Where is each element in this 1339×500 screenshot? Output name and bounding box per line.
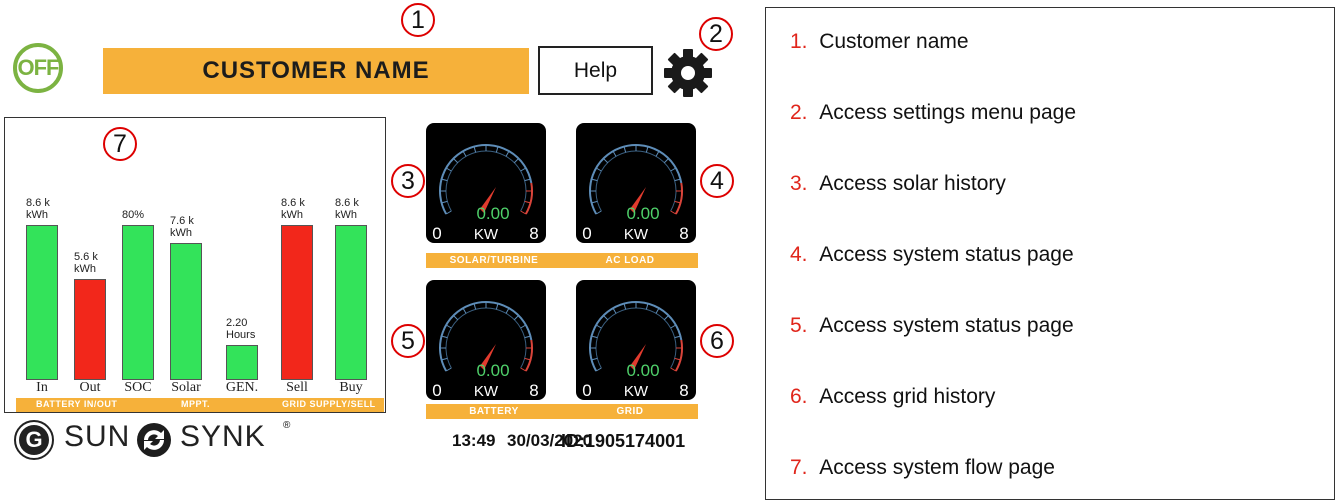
legend-item-6: 6. Access grid history xyxy=(790,385,996,408)
gauge-label-solar: SOLAR/TURBINE xyxy=(449,255,539,266)
gauge-unit: KW xyxy=(474,226,499,243)
device-id: ID:1905174001 xyxy=(561,431,686,451)
gauge-min: 0 xyxy=(432,381,441,400)
brand-registered-mark: ® xyxy=(283,420,291,431)
callout-6: 6 xyxy=(700,324,734,358)
battery-gauge[interactable]: 0.00 0 KW 8 xyxy=(426,280,546,400)
gauge-unit: KW xyxy=(624,383,649,400)
bar-data-label: 8.6 k kWh xyxy=(26,197,50,221)
legend-item-3: 3. Access solar history xyxy=(790,172,1006,195)
gauge-label-ac-load: AC LOAD xyxy=(605,255,655,266)
power-off-button[interactable]: OFF xyxy=(13,43,63,93)
gauge-max: 8 xyxy=(529,224,538,243)
gauge-min: 0 xyxy=(432,224,441,243)
gauge-unit: KW xyxy=(624,226,649,243)
group-label-mppt: MPPT. xyxy=(181,399,211,409)
gear-icon[interactable] xyxy=(662,47,714,99)
gauge-max: 8 xyxy=(679,224,688,243)
bar-in xyxy=(26,225,58,380)
category-label: In xyxy=(36,380,48,395)
bar-buy xyxy=(335,225,367,380)
legend-item-7: 7. Access system flow page xyxy=(790,456,1055,479)
bar-out xyxy=(74,279,106,380)
bar-data-label: 8.6 k kWh xyxy=(281,197,305,221)
callout-3: 3 xyxy=(391,164,425,198)
gauge-max: 8 xyxy=(529,381,538,400)
category-label: SOC xyxy=(124,380,152,395)
gauge-value: 0.00 xyxy=(626,361,659,380)
bar-solar xyxy=(170,243,202,380)
brand-sun: SUN xyxy=(64,420,131,453)
callout-1: 1 xyxy=(401,3,435,37)
bar-soc xyxy=(122,225,154,380)
bar-data-label: 7.6 k kWh xyxy=(170,215,194,240)
help-button[interactable]: Help xyxy=(538,46,653,95)
gauge-value: 0.00 xyxy=(476,204,509,223)
bar-data-label: 5.6 k kWh xyxy=(74,251,98,276)
callout-4: 4 xyxy=(700,164,734,198)
gauge-band-bottom: BATTERY GRID xyxy=(426,404,698,419)
gauge-value: 0.00 xyxy=(476,361,509,380)
customer-name-bar[interactable]: CUSTOMER NAME xyxy=(103,48,529,94)
time-display: 13:49 xyxy=(452,431,496,450)
gauge-label-battery: BATTERY xyxy=(469,406,519,417)
bar-data-label: 80% xyxy=(122,209,145,221)
brand-g-logo: G xyxy=(14,420,54,460)
bar-data-label: 2.20 Hours xyxy=(226,317,256,341)
brand-synk-icon xyxy=(134,420,174,465)
bar-sell xyxy=(281,225,313,380)
category-label: Out xyxy=(79,380,101,395)
callout-2: 2 xyxy=(699,17,733,51)
bar-data-label: 8.6 k kWh xyxy=(335,197,359,221)
group-label-battery: BATTERY IN/OUT xyxy=(36,399,118,409)
callout-5: 5 xyxy=(391,324,425,358)
gauge-value: 0.00 xyxy=(626,204,659,223)
ac-load-gauge[interactable]: 0.00 0 KW 8 xyxy=(576,123,696,243)
gauge-unit: KW xyxy=(474,383,499,400)
bar-gen xyxy=(226,345,258,380)
gauge-band-top: SOLAR/TURBINE AC LOAD xyxy=(426,253,698,268)
gauge-max: 8 xyxy=(679,381,688,400)
solar-gauge[interactable]: 0.00 0 KW 8 xyxy=(426,123,546,243)
legend-item-4: 4. Access system status page xyxy=(790,243,1074,266)
legend-item-2: 2. Access settings menu page xyxy=(790,101,1076,124)
group-label-grid: GRID SUPPLY/SELL xyxy=(282,399,376,409)
legend-item-5: 5. Access system status page xyxy=(790,314,1074,337)
chart-group-band: BATTERY IN/OUT MPPT. GRID SUPPLY/SELL xyxy=(16,398,384,412)
category-label: Sell xyxy=(286,380,308,395)
category-label: Buy xyxy=(339,380,363,395)
category-label: GEN. xyxy=(225,380,259,395)
grid-gauge[interactable]: 0.00 0 KW 8 xyxy=(576,280,696,400)
gauge-min: 0 xyxy=(582,381,591,400)
legend-item-1: 1. Customer name xyxy=(790,30,969,53)
category-label: Solar xyxy=(171,380,201,395)
gauge-label-grid: GRID xyxy=(616,406,644,417)
brand-synk: SYNK xyxy=(180,420,266,453)
gauge-min: 0 xyxy=(582,224,591,243)
